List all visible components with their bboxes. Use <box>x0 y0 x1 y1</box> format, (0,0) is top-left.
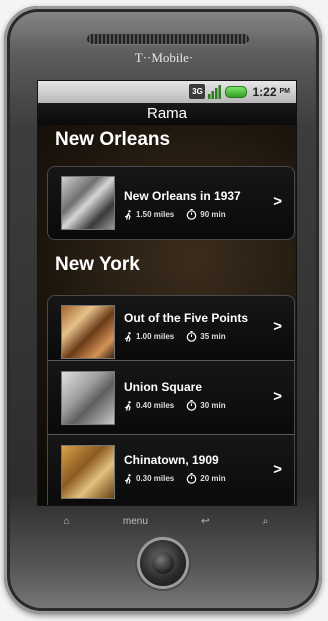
tour-title: Out of the Five Points <box>124 311 249 325</box>
search-key-icon[interactable]: ⌕ <box>263 516 269 527</box>
tour-distance: 1.00 miles <box>136 332 175 341</box>
tour-distance: 0.40 miles <box>136 401 175 410</box>
trackball[interactable] <box>140 540 186 586</box>
home-key-icon[interactable]: ⌂ <box>64 516 70 527</box>
tour-meta: 1.50 miles 90 min <box>124 209 226 220</box>
phone-screen: 3G 1:22 PM Rama New Orleans New Orleans … <box>37 80 297 506</box>
network-type-icon: 3G <box>189 84 206 99</box>
timer-icon <box>186 209 197 220</box>
tour-distance: 1.50 miles <box>136 210 175 219</box>
tour-thumbnail <box>61 176 115 230</box>
soft-keys: ⌂ menu ↩ ⌕ <box>37 506 295 536</box>
walking-icon <box>124 331 131 342</box>
tour-meta: 0.40 miles 30 min <box>124 400 226 411</box>
chevron-right-icon: > <box>273 461 282 478</box>
tour-distance: 0.30 miles <box>136 474 175 483</box>
menu-key[interactable]: menu <box>123 516 148 527</box>
tour-title: Chinatown, 1909 <box>124 453 219 467</box>
tour-duration: 20 min <box>200 474 226 483</box>
tour-meta: 0.30 miles 20 min <box>124 473 226 484</box>
chevron-right-icon: > <box>273 388 282 405</box>
status-time: 1:22 <box>252 84 277 99</box>
chevron-right-icon: > <box>273 318 282 335</box>
timer-icon <box>186 473 197 484</box>
walking-icon <box>124 209 131 220</box>
trackball-center <box>152 552 174 574</box>
status-bar: 3G 1:22 PM <box>38 81 296 103</box>
tour-duration: 30 min <box>200 401 226 410</box>
tour-thumbnail <box>61 305 115 359</box>
tour-duration: 90 min <box>200 210 226 219</box>
tour-meta: 1.00 miles 35 min <box>124 331 226 342</box>
tour-duration: 35 min <box>200 332 226 341</box>
list-item[interactable]: New Orleans in 1937 1.50 miles 90 min > <box>47 166 295 240</box>
tour-title: New Orleans in 1937 <box>124 189 241 203</box>
chevron-right-icon: > <box>273 193 282 210</box>
battery-icon <box>225 85 248 98</box>
app-title: Rama <box>38 103 296 125</box>
tour-list: New Orleans New Orleans in 1937 1.50 mil… <box>38 125 296 505</box>
walking-icon <box>124 473 131 484</box>
tour-title: Union Square <box>124 380 203 394</box>
timer-icon <box>186 400 197 411</box>
timer-icon <box>186 331 197 342</box>
signal-icon <box>208 84 222 99</box>
carrier-logo: T··Mobile· <box>134 50 194 65</box>
list-item[interactable]: Chinatown, 1909 0.30 miles 20 min > <box>47 434 295 505</box>
section-title-new-york: New York <box>55 254 140 275</box>
status-icons: 3G 1:22 PM <box>189 84 290 99</box>
earpiece-speaker <box>87 34 249 44</box>
list-item[interactable]: Out of the Five Points 1.00 miles 35 min… <box>47 295 295 360</box>
status-ampm: PM <box>279 88 291 95</box>
tour-thumbnail <box>61 445 115 499</box>
list-item[interactable]: Union Square 0.40 miles 30 min > <box>47 360 295 434</box>
section-title-new-orleans: New Orleans <box>55 129 171 150</box>
tour-thumbnail <box>61 371 115 425</box>
back-key-icon[interactable]: ↩ <box>201 516 209 527</box>
walking-icon <box>124 400 131 411</box>
